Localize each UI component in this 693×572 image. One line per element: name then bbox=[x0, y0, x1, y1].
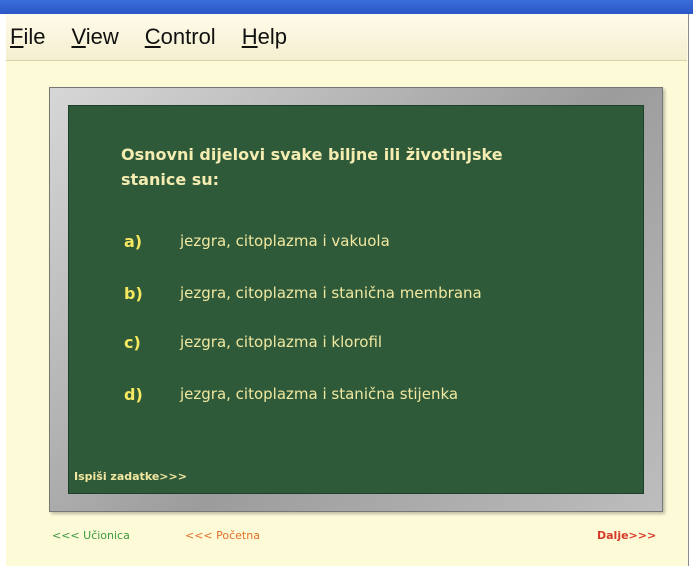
menu-view-accel: V bbox=[71, 24, 86, 49]
answer-text: jezgra, citoplazma i klorofil bbox=[180, 333, 383, 351]
menu-control-accel: C bbox=[144, 24, 161, 49]
menu-help[interactable]: Help bbox=[242, 24, 287, 50]
answer-text: jezgra, citoplazma i vakuola bbox=[180, 232, 390, 250]
window-title-bar bbox=[0, 0, 693, 14]
menu-view-label: iew bbox=[85, 24, 119, 49]
answer-letter: d) bbox=[124, 384, 143, 404]
home-link[interactable]: <<< Početna bbox=[185, 529, 260, 542]
question-line-1: Osnovni dijelovi svake biljne ili životi… bbox=[121, 145, 503, 164]
menu-help-accel: H bbox=[241, 24, 258, 49]
menu-control-label: ontrol bbox=[160, 24, 216, 49]
menu-file-label: ile bbox=[23, 24, 46, 49]
answer-option-b[interactable]: b) jezgra, citoplazma i stanična membran… bbox=[124, 278, 482, 308]
answer-text: jezgra, citoplazma i stanična stijenka bbox=[180, 385, 459, 403]
answer-letter: a) bbox=[124, 231, 143, 251]
print-tasks-link[interactable]: Ispiši zadatke>>> bbox=[74, 470, 187, 483]
answer-option-a[interactable]: a) jezgra, citoplazma i vakuola bbox=[124, 226, 390, 256]
answer-letter: c) bbox=[124, 332, 141, 352]
answer-text: jezgra, citoplazma i stanična membrana bbox=[180, 284, 482, 302]
menu-help-label: elp bbox=[257, 24, 287, 49]
question-line-2: stanice su: bbox=[121, 170, 220, 189]
classroom-link[interactable]: <<< Učionica bbox=[52, 529, 130, 542]
menu-view[interactable]: View bbox=[71, 24, 118, 50]
answer-option-c[interactable]: c) jezgra, citoplazma i klorofil bbox=[124, 327, 382, 357]
menu-file[interactable]: File bbox=[10, 24, 45, 50]
answer-letter: b) bbox=[124, 283, 143, 303]
next-link[interactable]: Dalje>>> bbox=[597, 529, 656, 542]
menu-bar: File View Control Help bbox=[6, 14, 687, 61]
menu-control[interactable]: Control bbox=[145, 24, 216, 50]
answer-option-d[interactable]: d) jezgra, citoplazma i stanična stijenk… bbox=[124, 379, 458, 409]
menu-file-accel: F bbox=[10, 24, 24, 49]
question-text: Osnovni dijelovi svake biljne ili životi… bbox=[121, 142, 541, 192]
